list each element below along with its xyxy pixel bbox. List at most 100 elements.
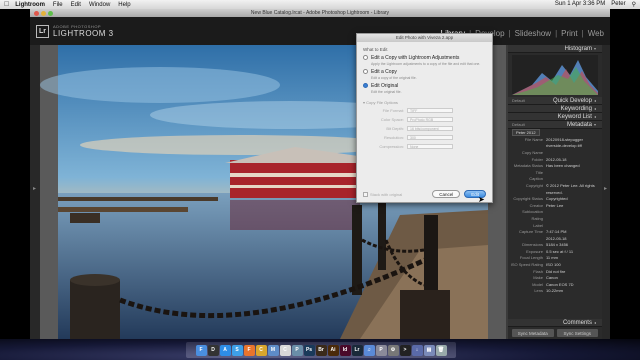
safari-icon[interactable]: S (231, 344, 243, 356)
expand-keyword-list-icon[interactable]: ◂ (594, 114, 596, 119)
option-edit-original[interactable]: Edit Original Edit the original file. (363, 83, 486, 94)
metadata-row: Lens 10-22mm (534, 288, 563, 294)
lightroom-icon[interactable]: Lr (351, 344, 363, 356)
bridge-icon[interactable]: Br (315, 344, 327, 356)
bit-depth-select[interactable]: 16 bits/component (407, 126, 453, 131)
app-store-icon[interactable]: A (219, 344, 231, 356)
cancel-button[interactable]: Cancel (432, 190, 461, 198)
option-edit-copy[interactable]: Edit a Copy Edit a copy of the original … (363, 69, 486, 80)
spotlight-icon[interactable]: ⚲ (632, 1, 636, 8)
file-format-select[interactable]: TIFF (407, 108, 453, 113)
resolution-row: Resolution: 300 (363, 134, 486, 141)
radio-button[interactable] (363, 69, 368, 74)
metadata-row: Sublocation (522, 209, 543, 215)
keyword-list-title: Keyword List (557, 113, 592, 120)
downloads-icon[interactable]: ↓ (411, 344, 423, 356)
menu-window[interactable]: Window (89, 2, 110, 8)
expand-left-panel-icon[interactable]: ▸ (33, 185, 36, 192)
terminal-icon[interactable]: > (399, 344, 411, 356)
chrome-icon[interactable]: C (255, 344, 267, 356)
metadata-row: ISO Speed Rating ISO 100 (510, 262, 561, 268)
radio-button[interactable] (363, 55, 368, 60)
window-title: New Blue Catalog.lrcat - Adobe Photoshop… (250, 10, 390, 16)
system-prefs-icon[interactable]: ⚙ (387, 344, 399, 356)
menu-file[interactable]: File (53, 2, 63, 8)
finder-icon[interactable]: F (195, 344, 207, 356)
metadata-row: Make Canon (533, 275, 558, 281)
metadata-preset-select[interactable]: Peter 2012 (512, 129, 540, 136)
sync-buttons: Sync Metadata Sync Settings (512, 329, 598, 337)
user-name[interactable]: Peter (611, 1, 625, 8)
itunes-icon[interactable]: ♫ (363, 344, 375, 356)
menu-app-name[interactable]: Lightroom (15, 2, 45, 8)
module-print[interactable]: Print (561, 29, 577, 38)
collapse-right-panel-icon[interactable]: ▸ (604, 185, 607, 192)
photoshop-icon[interactable]: Ps (303, 344, 315, 356)
edit-photo-dialog: Edit Photo with Viveza 2.app What to Edi… (356, 33, 493, 203)
histogram-header[interactable]: Histogram ▾ (508, 45, 602, 53)
mail-icon[interactable]: M (267, 344, 279, 356)
metadata-row: Copy Name (521, 149, 543, 155)
metadata-row: Metadata Status Has been changed (513, 163, 580, 169)
trash-icon[interactable]: 🗑 (435, 344, 447, 356)
module-web[interactable]: Web (588, 29, 604, 38)
metadata-header[interactable]: Default Metadata ▾ (508, 121, 602, 129)
metadata-row: Title (535, 169, 543, 175)
stack-with-original-checkbox[interactable] (363, 191, 368, 197)
dashboard-icon[interactable]: D (207, 344, 219, 356)
what-to-edit-label: What to Edit (363, 47, 388, 52)
ical-icon[interactable]: C (279, 344, 291, 356)
resolution-input[interactable]: 300 (407, 135, 453, 140)
expand-quick-develop-icon[interactable]: ◂ (594, 98, 596, 103)
metadata-row: Flash Did not fire (533, 268, 566, 274)
illustrator-icon[interactable]: Ai (327, 344, 339, 356)
expand-keywording-icon[interactable]: ◂ (594, 106, 596, 111)
comments-header[interactable]: Comments ◂ (508, 319, 602, 327)
menu-help[interactable]: Help (118, 2, 130, 8)
option-title: Edit a Copy with Lightroom Adjustments (371, 55, 460, 61)
expand-comments-icon[interactable]: ◂ (594, 320, 596, 325)
radio-button-selected[interactable] (363, 83, 368, 88)
clock[interactable]: Sun 1 Apr 3:36 PM (555, 1, 605, 8)
metadata-row: Capture Time 7:47:14 PM (518, 229, 567, 235)
sync-settings-button[interactable]: Sync Settings (556, 329, 598, 337)
keyword-list-header[interactable]: Keyword List ◂ (508, 113, 602, 121)
color-space-row: Color Space: ProPhoto RGB (363, 116, 486, 123)
identity-plate: Lr ADOBE PHOTOSHOP LIGHTROOM 3 Library |… (30, 17, 610, 45)
histogram-title: Histogram (564, 45, 592, 52)
quick-develop-preset[interactable]: Default (512, 98, 525, 103)
sync-metadata-button[interactable]: Sync Metadata (512, 329, 554, 337)
apple-menu-icon[interactable]:  (4, 1, 9, 8)
menu-edit[interactable]: Edit (71, 2, 81, 8)
iphoto-icon[interactable]: P (291, 344, 303, 356)
collapse-histogram-icon[interactable]: ▾ (594, 46, 596, 51)
metadata-preset[interactable]: Default (512, 122, 525, 127)
firefox-icon[interactable]: F (243, 344, 255, 356)
quick-develop-header[interactable]: Default Quick Develop ◂ (508, 97, 602, 105)
dock: F D A S F C M C P Ps Br Ai Id Lr ♫ P ⚙ > ↓ ▤ 🗑 (186, 342, 456, 358)
copy-file-options-disclosure[interactable]: ▾ Copy File Options (363, 100, 486, 105)
stack-with-original-label: Stack with original (370, 191, 403, 197)
option-description: Apply the Lightroom adjustments to a cop… (371, 62, 481, 66)
color-space-select[interactable]: ProPhoto RGB (407, 117, 453, 122)
metadata-row: Exposure 0.5 sec at f / 11 (526, 248, 574, 254)
keywording-header[interactable]: Keywording ◂ (508, 105, 602, 113)
bit-depth-row: Bit Depth: 16 bits/component (363, 125, 486, 132)
compression-select[interactable]: None (407, 144, 453, 149)
window-titlebar[interactable]: New Blue Catalog.lrcat - Adobe Photoshop… (30, 9, 610, 17)
metadata-row: File Name 20120918-stepugger (524, 136, 583, 142)
preview-icon[interactable]: P (375, 344, 387, 356)
option-title: Edit Original (371, 83, 399, 89)
left-panel-collapsed[interactable]: ▸ (30, 45, 40, 339)
right-edge-strip[interactable]: ▸ (602, 45, 610, 339)
file-format-row: File Format: TIFF (363, 107, 486, 114)
mac-menubar:  Lightroom File Edit Window Help Sun 1 … (0, 0, 640, 9)
metadata-row: Creator Peter Lee (529, 202, 564, 208)
option-edit-copy-with-adjustments[interactable]: Edit a Copy with Lightroom Adjustments A… (363, 55, 486, 66)
collapse-metadata-icon[interactable]: ▾ (594, 122, 596, 127)
dialog-footer: Stack with original Cancel Edit (363, 190, 486, 198)
module-slideshow[interactable]: Slideshow (515, 29, 551, 38)
documents-icon[interactable]: ▤ (423, 344, 435, 356)
histogram-graph (512, 55, 598, 95)
indesign-icon[interactable]: Id (339, 344, 351, 356)
